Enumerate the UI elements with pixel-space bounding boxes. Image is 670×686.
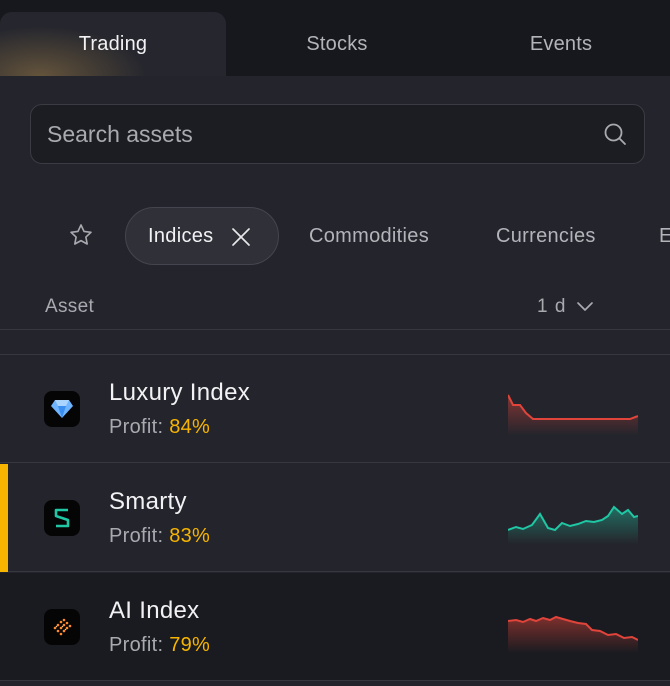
- tab-trading[interactable]: Trading: [0, 12, 226, 76]
- chip-commodities[interactable]: Commodities: [309, 207, 429, 265]
- sparkline-chart: [508, 505, 638, 544]
- asset-row-luxury-index[interactable]: Luxury Index Profit: 84%: [0, 355, 670, 463]
- asset-profit: Profit: 83%: [109, 525, 210, 548]
- period-value: 1 d: [537, 296, 567, 317]
- ai-chip-icon: [44, 609, 80, 645]
- tab-events[interactable]: Events: [448, 12, 670, 76]
- chip-truncated[interactable]: E: [659, 207, 670, 265]
- profit-label: Profit:: [109, 525, 164, 547]
- asset-name: Luxury Index: [109, 379, 251, 406]
- sparkline-chart: [508, 615, 638, 653]
- asset-row-smarty[interactable]: Smarty Profit: 83%: [0, 464, 670, 572]
- search-icon[interactable]: [603, 122, 627, 146]
- star-icon: [70, 224, 92, 245]
- category-filters: Indices Commodities Currencies E: [0, 207, 670, 265]
- selected-indicator: [0, 464, 8, 572]
- asset-name: AI Index: [109, 597, 200, 624]
- trading-panel: Indices Commodities Currencies E Asset 1…: [0, 76, 670, 686]
- asset-profit: Profit: 79%: [109, 634, 210, 657]
- search-box: [30, 104, 645, 164]
- tab-stocks[interactable]: Stocks: [226, 12, 448, 76]
- top-tabs: Trading Stocks Events: [0, 0, 670, 76]
- chip-indices[interactable]: Indices: [125, 207, 279, 265]
- period-selector[interactable]: 1 d: [537, 296, 594, 318]
- profit-value: 83%: [169, 525, 211, 547]
- favorites-filter-button[interactable]: [64, 218, 98, 252]
- profit-label: Profit:: [109, 634, 164, 656]
- sparkline-chart: [508, 394, 638, 435]
- search-input[interactable]: [31, 105, 591, 163]
- profit-value: 79%: [169, 634, 211, 656]
- chip-currencies[interactable]: Currencies: [496, 207, 596, 265]
- diamond-icon: [44, 391, 80, 427]
- close-icon[interactable]: [230, 226, 252, 248]
- chip-indices-label: Indices: [148, 224, 214, 247]
- profit-label: Profit:: [109, 416, 164, 438]
- asset-name: Smarty: [109, 488, 187, 515]
- asset-profit: Profit: 84%: [109, 416, 210, 439]
- asset-table-header: Asset 1 d: [0, 288, 670, 330]
- asset-column-label: Asset: [45, 296, 95, 317]
- asset-row-ai-index[interactable]: AI Index Profit: 79%: [0, 573, 670, 681]
- chevron-down-icon: [577, 302, 594, 311]
- smarty-s-icon: [44, 500, 80, 536]
- profit-value: 84%: [169, 416, 211, 438]
